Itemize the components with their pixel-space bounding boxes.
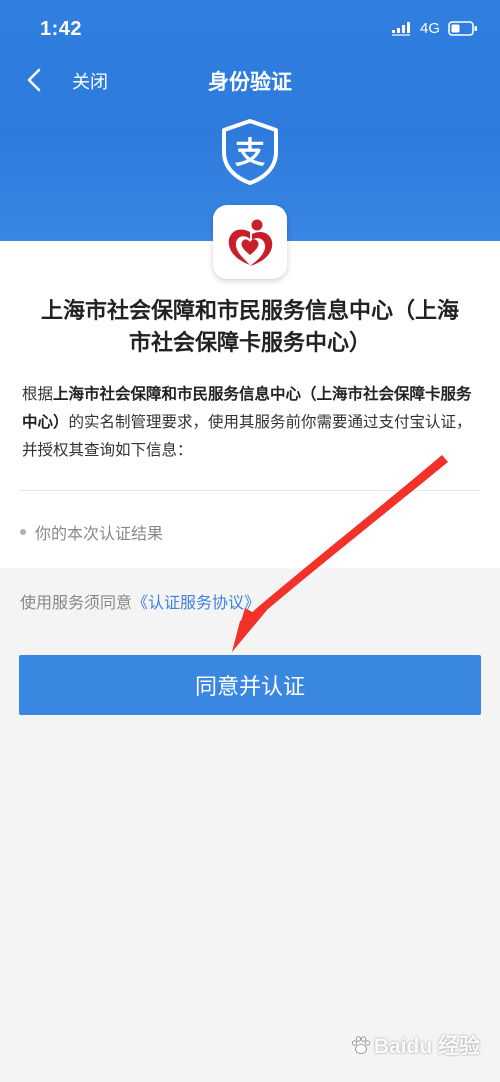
- agreement-link[interactable]: 《认证服务协议》: [132, 593, 260, 612]
- info-item-label: 你的本次认证结果: [35, 524, 164, 543]
- status-time: 1:42: [40, 18, 83, 40]
- divider: [20, 490, 480, 491]
- agreement-prefix: 使用服务须同意: [20, 593, 133, 612]
- social-security-heart-logo: [228, 219, 273, 266]
- watermark: Baidu 经验: [350, 1030, 480, 1060]
- service-name-line-2: 市社会保障卡服务中心）: [128, 331, 371, 356]
- status-indicators: 4G: [391, 20, 478, 37]
- identity-verification-screen: 1:42 4G 关闭 身份验证 支 上海市社会保障和市民服务信息中心（上海 市社…: [0, 0, 500, 1082]
- watermark-text: Baidu 经验: [373, 1035, 480, 1058]
- signal-bars-icon: [391, 21, 410, 36]
- service-name-line-1: 上海市社会保障和市民服务信息中心（上海: [40, 299, 459, 324]
- status-bar: 1:42 4G: [0, 0, 500, 60]
- authorization-description: 根据上海市社会保障和市民服务信息中心（上海市社会保障卡服务中心）的实名制管理要求…: [22, 380, 480, 464]
- battery-icon: [448, 21, 477, 36]
- desc-suffix: 的实名制管理要求，使用其服务前你需要通过支付宝认证，并授权其查询如下信息：: [22, 413, 472, 459]
- service-logo: [213, 205, 287, 279]
- page-title: 身份验证: [208, 70, 292, 94]
- navigation-bar: 关闭 身份验证: [0, 58, 500, 102]
- info-item: 你的本次认证结果: [20, 520, 163, 544]
- agree-and-verify-button[interactable]: 同意并认证: [19, 655, 481, 715]
- alipay-shield-icon: 支: [222, 119, 278, 185]
- alipay-glyph: 支: [235, 136, 265, 171]
- paw-print-icon: [351, 1036, 370, 1054]
- bullet-icon: [20, 529, 26, 535]
- service-name: 上海市社会保障和市民服务信息中心（上海 市社会保障卡服务中心）: [26, 296, 474, 360]
- desc-prefix: 根据: [22, 385, 54, 403]
- network-type: 4G: [419, 20, 440, 37]
- agreement-notice: 使用服务须同意《认证服务协议》: [20, 589, 260, 613]
